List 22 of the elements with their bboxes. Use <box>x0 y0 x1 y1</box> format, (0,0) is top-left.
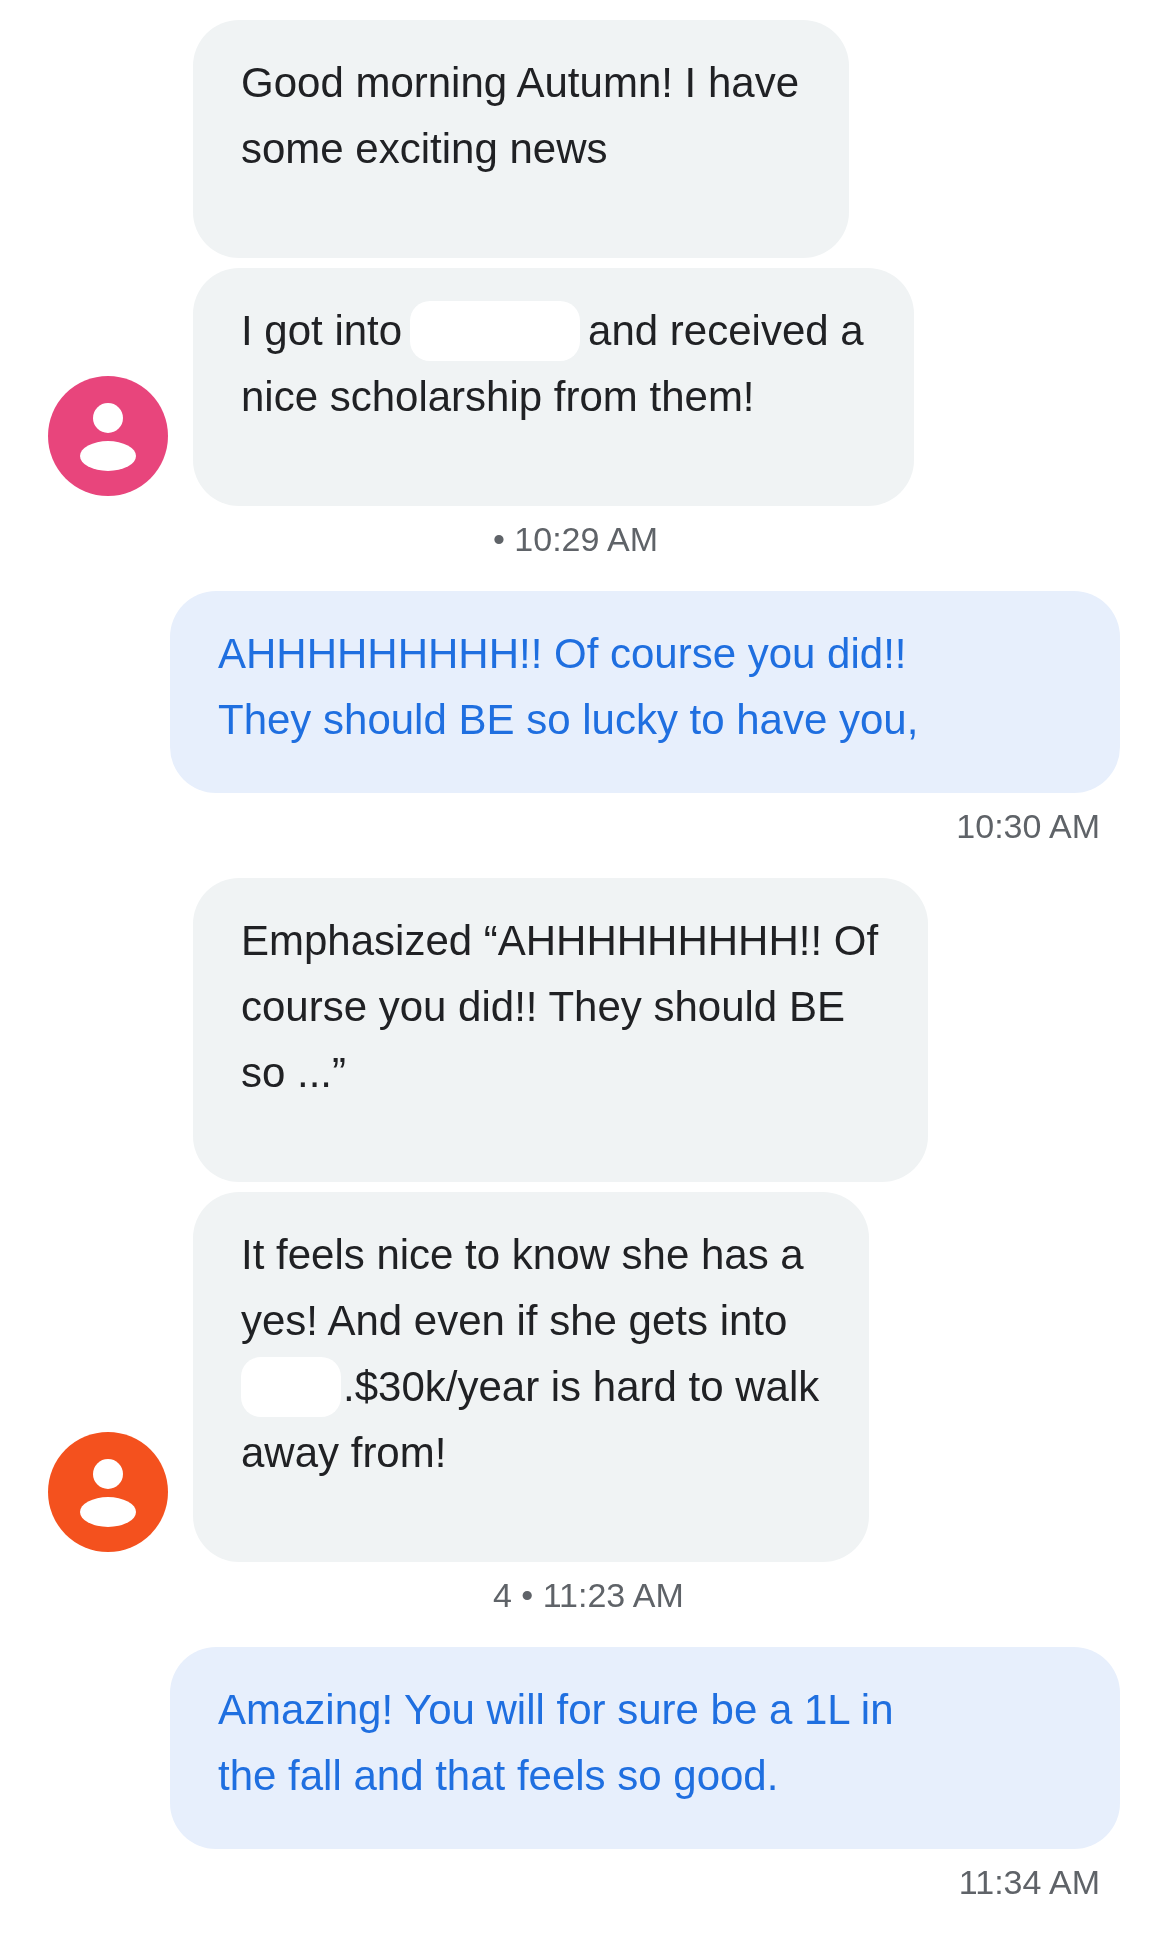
message-text: Emphasized “AHHHHHHHHH!! Of <box>241 916 879 966</box>
message-text: I got into <box>241 306 403 356</box>
message-text: course you did!! They should BE <box>241 982 845 1032</box>
message-timestamp: 4 • 11:23 AM <box>493 1576 684 1614</box>
message-text: some exciting news <box>241 124 608 174</box>
avatar-icon[interactable] <box>48 376 168 496</box>
message-text: .$30k/year is hard to walk <box>343 1362 820 1412</box>
message-text: and received a <box>588 306 864 356</box>
message-text: nice scholarship from them! <box>241 372 755 422</box>
message-text: Good morning Autumn! I have <box>241 58 799 108</box>
message-text: away from! <box>241 1428 447 1478</box>
message-timestamp: • 10:29 AM <box>493 520 658 558</box>
message-text: Amazing! You will for sure be a 1L in <box>218 1685 894 1735</box>
message-text: It feels nice to know she has a <box>241 1230 804 1280</box>
message-text: yes! And even if she gets into <box>241 1296 788 1346</box>
message-text: so ...” <box>241 1048 347 1098</box>
message-timestamp: 10:30 AM <box>956 807 1100 845</box>
message-text: They should BE so lucky to have you, <box>218 695 919 745</box>
message-timestamp: 11:34 AM <box>958 1863 1100 1901</box>
message-text: the fall and that feels so good. <box>218 1751 779 1801</box>
message-text: AHHHHHHHHH!! Of course you did!! <box>218 629 907 679</box>
avatar-icon[interactable] <box>48 1432 168 1552</box>
